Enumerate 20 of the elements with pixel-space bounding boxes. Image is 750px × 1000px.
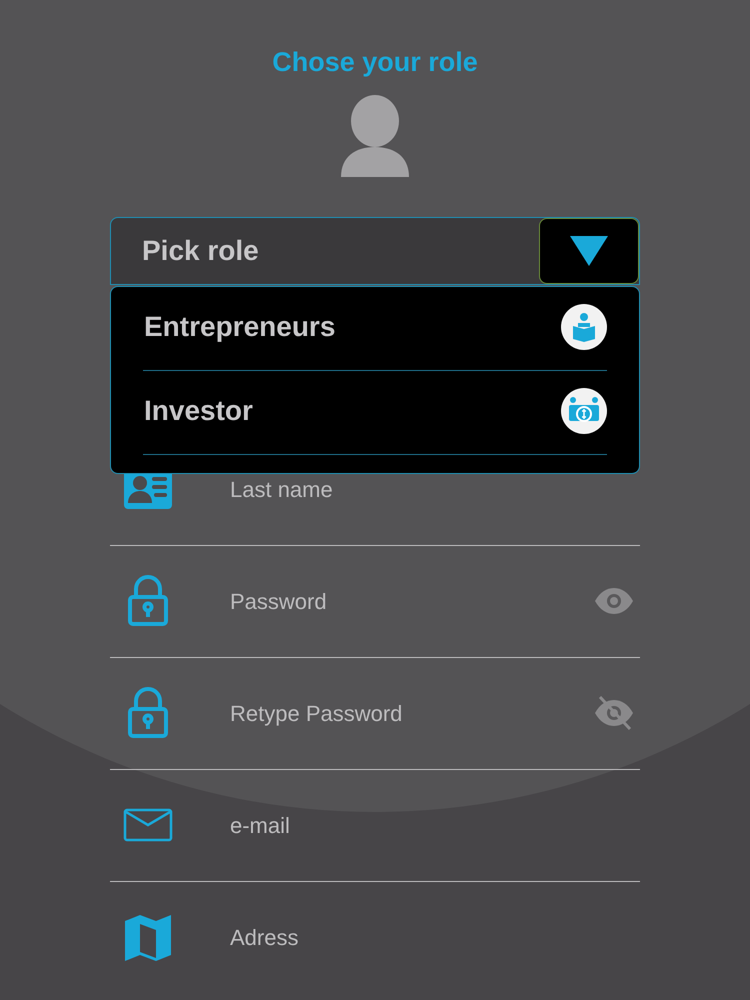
text-field[interactable]: Retype Password: [230, 696, 594, 730]
text-field[interactable]: e-mail: [230, 808, 634, 842]
text-field[interactable]: Adress: [230, 921, 634, 954]
money-icon: [561, 388, 607, 434]
role-option[interactable]: Investor: [143, 370, 607, 454]
avatar-icon: [341, 94, 409, 176]
page-title: Chose your role: [272, 46, 478, 79]
role-option[interactable]: Entrepreneurs: [143, 286, 607, 370]
person-reading-icon: [561, 304, 607, 350]
lock-icon: [127, 687, 169, 739]
role-dropdown[interactable]: Pick role: [110, 216, 640, 284]
dropdown-placeholder: Pick role: [141, 234, 260, 268]
dropdown-toggle[interactable]: [539, 218, 639, 284]
eye-off-icon[interactable]: [594, 696, 634, 730]
text-field[interactable]: Last name: [230, 472, 634, 506]
map-icon: [125, 914, 171, 960]
caret-icon: [570, 236, 608, 266]
text-field[interactable]: Password: [230, 584, 594, 618]
mail-icon: [123, 808, 173, 842]
lock-icon: [127, 575, 169, 627]
